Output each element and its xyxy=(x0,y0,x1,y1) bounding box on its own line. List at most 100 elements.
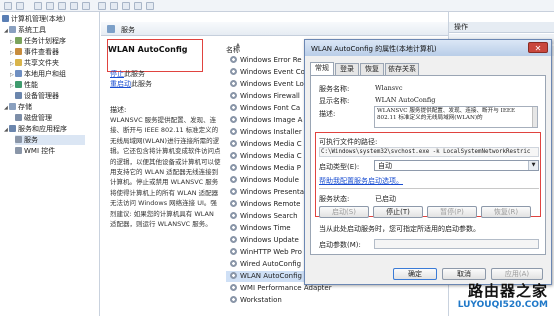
description-field[interactable]: WLANSVC 服务提供配置、发现、连接、断开与 IEEE 802.11 标准定… xyxy=(374,106,538,128)
restart-service-line: 重启动此服务 xyxy=(110,79,152,89)
gear-icon xyxy=(230,284,237,291)
gear-icon xyxy=(230,68,237,75)
chevron-down-icon[interactable]: ▼ xyxy=(528,161,538,170)
stop-service-line: 停止此服务 xyxy=(110,69,145,79)
description-scrollbar[interactable] xyxy=(532,107,537,127)
services-header: 服务 xyxy=(101,22,448,36)
tree-item-task-scheduler[interactable]: ▷ 任务计划程序 xyxy=(10,36,66,46)
users-icon xyxy=(15,70,22,77)
watermark-title: 路由器之家 xyxy=(467,282,548,300)
computer-icon xyxy=(2,15,9,22)
help-icon[interactable] xyxy=(82,2,90,10)
service-name-value: Wlansvc xyxy=(375,84,403,92)
properties-icon[interactable] xyxy=(98,2,106,10)
toolbar xyxy=(0,0,554,12)
play-icon[interactable] xyxy=(110,2,118,10)
description-label: 描述: xyxy=(319,110,336,118)
exe-path-label: 可执行文件的路径: xyxy=(319,138,378,146)
apply-button[interactable]: 应用(A) xyxy=(491,268,543,280)
display-name-value: WLAN AutoConfig xyxy=(375,96,436,104)
tab-dependencies[interactable]: 依存关系 xyxy=(385,63,419,75)
disk-icon xyxy=(15,114,22,121)
tree-item-shared-folders[interactable]: ▷ 共享文件夹 xyxy=(10,58,59,68)
dialog-title: WLAN AutoConfig 的属性(本地计算机) xyxy=(311,45,437,53)
gear-icon xyxy=(230,92,237,99)
tree-item-wmi-control[interactable]: WMI 控件 xyxy=(15,146,55,156)
start-params-label: 启动参数(M): xyxy=(319,241,361,249)
tree-item-services-and-apps[interactable]: ◢ 服务和应用程序 xyxy=(4,124,67,134)
gear-icon xyxy=(230,128,237,135)
event-icon xyxy=(15,48,22,55)
gear-icon xyxy=(230,164,237,171)
storage-icon xyxy=(9,103,16,110)
forward-icon[interactable] xyxy=(16,2,24,10)
restart-icon[interactable] xyxy=(146,2,154,10)
gear-icon xyxy=(230,224,237,231)
tree-item-local-users-groups[interactable]: ▷ 本地用户和组 xyxy=(10,69,66,79)
gear-icon xyxy=(230,56,237,63)
service-row-selected[interactable]: WLAN AutoConfig xyxy=(226,271,304,282)
description-label: 描述: xyxy=(110,106,127,114)
gear-icon xyxy=(230,296,237,303)
pause-icon[interactable] xyxy=(134,2,142,10)
stop-service-suffix: 此服务 xyxy=(124,70,145,78)
sort-up-icon: ▲ xyxy=(236,42,240,48)
service-status-value: 已启动 xyxy=(375,195,396,203)
start-params-note: 当从此处启动服务时，您可指定所适用的启动参数。 xyxy=(319,225,480,233)
resume-button[interactable]: 恢复(R) xyxy=(481,206,531,218)
services-icon xyxy=(15,136,22,143)
tree-item-disk-management[interactable]: 磁盘管理 xyxy=(15,113,52,123)
up-icon[interactable] xyxy=(34,2,42,10)
description-text: WLANSVC 服务提供配置、发现、连接、断开与 IEEE 802.11 标准定… xyxy=(377,108,516,121)
column-header-name[interactable]: ▲ 名称 xyxy=(226,42,306,55)
tree-item-device-manager[interactable]: 设备管理器 xyxy=(15,91,59,101)
pause-button[interactable]: 暂停(P) xyxy=(427,206,477,218)
general-tab-body: 服务名称: Wlansvc 显示名称: WLAN AutoConfig 描述: … xyxy=(310,75,546,255)
help-configure-link[interactable]: 帮助我配置服务启动选项。 xyxy=(319,176,403,186)
properties-dialog: WLAN AutoConfig 的属性(本地计算机) ✕ 常规 登录 恢复 依存… xyxy=(304,39,552,285)
gear-icon xyxy=(230,176,237,183)
stop-button[interactable]: 停止(T) xyxy=(373,206,423,218)
tree-item-event-viewer[interactable]: ▷ 事件查看器 xyxy=(10,47,59,57)
startup-type-select[interactable]: 自动 ▼ xyxy=(374,160,539,171)
actions-title: 操作 xyxy=(449,22,554,33)
gear-icon xyxy=(230,104,237,111)
clock-icon xyxy=(15,37,22,44)
start-button[interactable]: 启动(S) xyxy=(319,206,369,218)
back-icon[interactable] xyxy=(4,2,12,10)
close-icon[interactable]: ✕ xyxy=(528,42,548,53)
service-description: WLANSVC 服务提供配置、发现、连接、断开与 IEEE 802.11 标准定… xyxy=(110,116,221,229)
site-watermark: 路由器之家 LUYOUQI520.COM xyxy=(440,283,548,313)
tools-icon xyxy=(9,26,16,33)
tree-item-storage[interactable]: ◢ 存储 xyxy=(4,102,32,112)
stop-icon[interactable] xyxy=(122,2,130,10)
refresh-icon[interactable] xyxy=(58,2,66,10)
service-title: WLAN AutoConfig xyxy=(108,45,188,54)
tree-item-performance[interactable]: ▷ 性能 xyxy=(10,80,38,90)
show-hide-tree-icon[interactable] xyxy=(46,2,54,10)
stop-service-link[interactable]: 停止 xyxy=(110,70,124,78)
export-icon[interactable] xyxy=(70,2,78,10)
dialog-titlebar[interactable]: WLAN AutoConfig 的属性(本地计算机) ✕ xyxy=(305,40,551,56)
exe-path-field[interactable]: C:\Windows\system32\svchost.exe -k Local… xyxy=(319,147,539,157)
start-params-input[interactable] xyxy=(374,239,539,249)
service-name-label: 服务名称: xyxy=(319,85,350,93)
tree-item-services[interactable]: 服务 xyxy=(15,135,85,145)
gear-icon xyxy=(230,200,237,207)
cancel-button[interactable]: 取消 xyxy=(442,268,486,280)
tree-item-computer-management[interactable]: 计算机管理(本地) xyxy=(2,14,65,24)
divider xyxy=(319,188,539,189)
tab-recovery[interactable]: 恢复 xyxy=(360,63,384,75)
tab-logon[interactable]: 登录 xyxy=(335,63,359,75)
gear-icon xyxy=(230,212,237,219)
restart-service-suffix: 此服务 xyxy=(131,80,152,88)
services-icon xyxy=(107,25,115,33)
gear-icon xyxy=(230,152,237,159)
service-row[interactable]: Workstation xyxy=(226,295,346,306)
ok-button[interactable]: 确定 xyxy=(393,268,437,280)
tree-item-system-tools[interactable]: ◢ 系统工具 xyxy=(4,25,46,35)
restart-service-link[interactable]: 重启动 xyxy=(110,80,131,88)
gear-icon xyxy=(230,188,237,195)
device-icon xyxy=(15,92,22,99)
tab-general[interactable]: 常规 xyxy=(310,62,334,75)
